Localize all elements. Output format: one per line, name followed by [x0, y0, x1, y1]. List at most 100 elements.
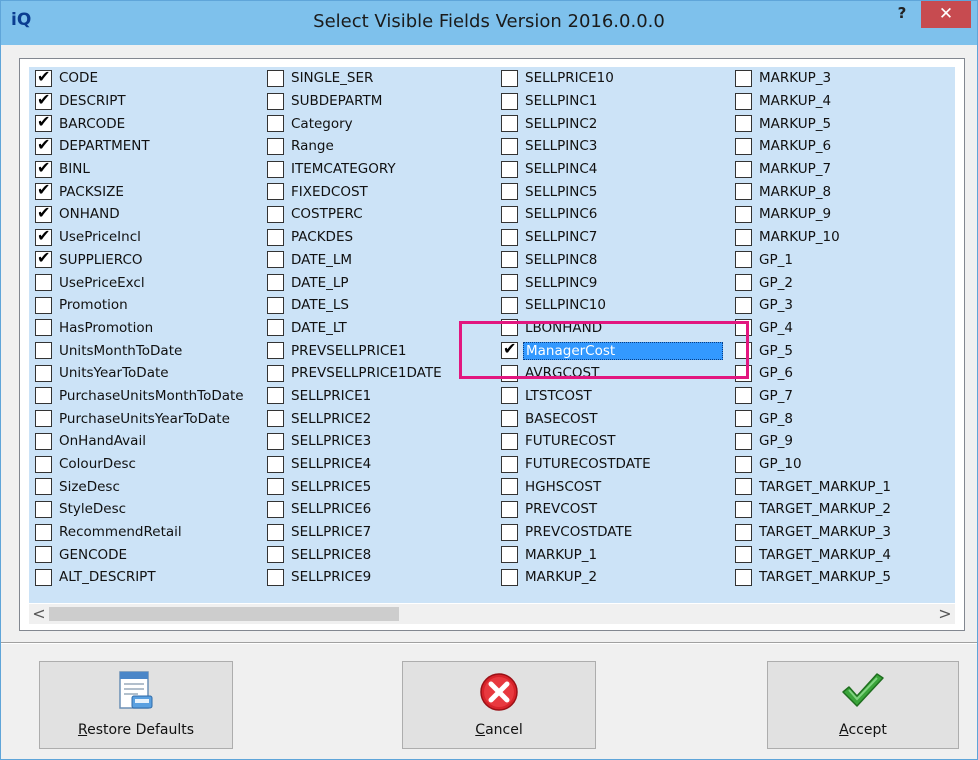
- field-label[interactable]: ITEMCATEGORY: [289, 161, 398, 177]
- field-label[interactable]: ONHAND: [57, 206, 122, 222]
- field-checkbox-item[interactable]: ✔ MARKUP_10: [735, 226, 893, 249]
- checkbox[interactable]: ✔: [267, 228, 284, 246]
- field-checkbox-item[interactable]: ✔ GP_2: [735, 271, 893, 294]
- field-checkbox-item[interactable]: ✔GP_4: [735, 317, 893, 340]
- field-label[interactable]: MARKUP_1: [523, 547, 599, 563]
- field-label[interactable]: TARGET_MARKUP_5: [757, 569, 893, 585]
- checkbox[interactable]: ✔: [35, 67, 52, 87]
- field-label[interactable]: GP_9: [757, 433, 795, 449]
- checkbox[interactable]: ✔: [735, 160, 752, 178]
- field-label[interactable]: SELLPINC2: [523, 116, 599, 132]
- field-checkbox-item[interactable]: ✔ TARGET_MARKUP_4: [735, 543, 893, 566]
- field-label[interactable]: MARKUP_7: [757, 161, 833, 177]
- checkbox[interactable]: ✔: [501, 137, 518, 155]
- checkbox[interactable]: ✔: [267, 115, 284, 133]
- field-label[interactable]: CODE: [57, 70, 100, 86]
- field-label[interactable]: MARKUP_3: [757, 70, 833, 86]
- field-label[interactable]: GP_5: [757, 343, 795, 359]
- field-checkbox-item[interactable]: ✔ PACKDES: [267, 226, 444, 249]
- field-label[interactable]: MARKUP_2: [523, 569, 599, 585]
- checkbox[interactable]: ✔: [501, 183, 518, 201]
- checkbox[interactable]: ✔: [35, 478, 52, 496]
- field-label[interactable]: SUPPLIERCO: [57, 252, 145, 268]
- title-bar[interactable]: iQ Select Visible Fields Version 2016.0.…: [1, 1, 977, 45]
- checkbox[interactable]: ✔: [267, 296, 284, 314]
- field-checkbox-item[interactable]: ✔ GP_3: [735, 294, 893, 317]
- field-checkbox-item[interactable]: ✔ SUPPLIERCO: [35, 248, 246, 272]
- field-label[interactable]: DESCRIPT: [57, 93, 128, 109]
- field-label[interactable]: MARKUP_10: [757, 229, 842, 245]
- field-checkbox-item[interactable]: ✔ GP_9: [735, 430, 893, 453]
- checkbox[interactable]: ✔: [735, 251, 752, 269]
- field-label[interactable]: SELLPINC10: [523, 297, 608, 313]
- field-label[interactable]: SELLPINC1: [523, 93, 599, 109]
- field-checkbox-item[interactable]: ✔ PurchaseUnitsMonthToDate: [35, 385, 246, 408]
- field-label[interactable]: UnitsYearToDate: [57, 365, 171, 381]
- field-checkbox-item[interactable]: ✔ TARGET_MARKUP_3: [735, 521, 893, 544]
- field-label[interactable]: SUBDEPARTM: [289, 93, 384, 109]
- field-label[interactable]: BINL: [57, 161, 92, 177]
- field-checkbox-item[interactable]: ✔GP_6: [735, 362, 893, 385]
- field-checkbox-item[interactable]: ✔ OnHandAvail: [35, 430, 246, 453]
- field-checkbox-item[interactable]: ✔ SELLPRICE3: [267, 430, 444, 453]
- field-label[interactable]: GP_7: [757, 388, 795, 404]
- field-checkbox-item[interactable]: ✔ SELLPRICE1: [267, 385, 444, 408]
- checkbox[interactable]: ✔: [35, 523, 52, 541]
- checkbox[interactable]: ✔: [267, 568, 284, 586]
- horizontal-scrollbar[interactable]: < >: [29, 604, 955, 624]
- checkbox[interactable]: ✔: [501, 410, 518, 428]
- checkbox[interactable]: ✔: [267, 342, 284, 360]
- field-checkbox-item[interactable]: ✔ TARGET_MARKUP_1: [735, 475, 893, 498]
- accept-button[interactable]: Accept: [767, 661, 959, 749]
- field-checkbox-item[interactable]: ✔ CODE: [35, 67, 246, 90]
- checkbox[interactable]: ✔: [267, 500, 284, 518]
- field-label[interactable]: ColourDesc: [57, 456, 138, 472]
- field-label[interactable]: SELLPRICE1: [289, 388, 373, 404]
- checkbox[interactable]: ✔: [35, 432, 52, 450]
- help-button[interactable]: ?: [891, 3, 913, 25]
- checkbox[interactable]: ✔: [35, 296, 52, 314]
- checkbox[interactable]: ✔: [35, 274, 52, 292]
- checkbox[interactable]: ✔: [501, 500, 518, 518]
- field-checkbox-item[interactable]: ✔ MARKUP_6: [735, 135, 893, 158]
- field-label[interactable]: PurchaseUnitsYearToDate: [57, 411, 232, 427]
- field-checkbox-item[interactable]: ✔ UnitsYearToDate: [35, 362, 246, 385]
- checkbox[interactable]: ✔: [501, 251, 518, 269]
- field-checkbox-item[interactable]: ✔ SELLPINC9: [501, 271, 723, 294]
- field-label[interactable]: SELLPINC9: [523, 275, 599, 291]
- scroll-left-icon[interactable]: <: [29, 604, 49, 624]
- checkbox[interactable]: ✔: [35, 226, 52, 246]
- field-checkbox-item[interactable]: ✔ UsePriceExcl: [35, 271, 246, 294]
- field-checkbox-item[interactable]: ✔ SELLPRICE5: [267, 475, 444, 498]
- field-label[interactable]: UnitsMonthToDate: [57, 343, 184, 359]
- field-label[interactable]: PREVCOSTDATE: [523, 524, 634, 540]
- field-checkbox-item[interactable]: ✔ ALT_DESCRIPT: [35, 566, 246, 589]
- checkbox[interactable]: ✔: [735, 137, 752, 155]
- checkbox[interactable]: ✔: [735, 69, 752, 87]
- field-label[interactable]: GP_10: [757, 456, 804, 472]
- checkbox[interactable]: ✔: [267, 523, 284, 541]
- checkbox[interactable]: ✔: [267, 546, 284, 564]
- field-checkbox-item[interactable]: ✔ SELLPINC6: [501, 203, 723, 226]
- checkbox[interactable]: ✔: [501, 228, 518, 246]
- checkbox[interactable]: ✔: [501, 69, 518, 87]
- field-checkbox-item[interactable]: ✔ ITEMCATEGORY: [267, 158, 444, 181]
- checkbox[interactable]: ✔: [35, 568, 52, 586]
- field-checkbox-item[interactable]: ✔ Promotion: [35, 294, 246, 317]
- checkbox[interactable]: ✔: [501, 546, 518, 564]
- field-checkbox-item[interactable]: ✔ MARKUP_9: [735, 203, 893, 226]
- field-checkbox-item[interactable]: ✔ SELLPINC1: [501, 90, 723, 113]
- close-button[interactable]: ✕: [921, 1, 971, 28]
- field-checkbox-item[interactable]: ✔ GP_1: [735, 249, 893, 272]
- field-label[interactable]: MARKUP_5: [757, 116, 833, 132]
- field-label[interactable]: ALT_DESCRIPT: [57, 569, 158, 585]
- field-label[interactable]: HGHSCOST: [523, 479, 603, 495]
- field-checkbox-item[interactable]: ✔ GP_8: [735, 407, 893, 430]
- field-checkbox-item[interactable]: ✔ DATE_LP: [267, 271, 444, 294]
- restore-defaults-button[interactable]: Restore Defaults: [39, 661, 233, 749]
- checkbox[interactable]: ✔: [267, 455, 284, 473]
- checkbox[interactable]: ✔: [267, 478, 284, 496]
- field-checkbox-item[interactable]: ✔ ColourDesc: [35, 453, 246, 476]
- field-checkbox-item[interactable]: ✔ FUTURECOST: [501, 430, 723, 453]
- field-checkbox-item[interactable]: ✔ PACKSIZE: [35, 180, 246, 203]
